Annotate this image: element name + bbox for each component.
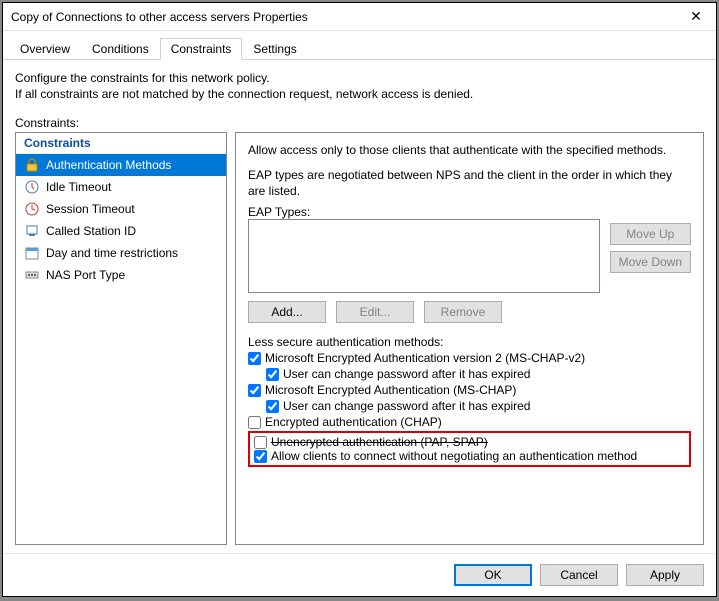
sidebar-item-label: Idle Timeout [46,180,111,194]
close-icon: ✕ [690,8,702,25]
constraints-label: Constraints: [15,116,704,130]
sidebar-item-label: Authentication Methods [46,158,171,172]
eap-types-list[interactable] [248,219,600,293]
window-title: Copy of Connections to other access serv… [11,10,676,24]
tab-conditions[interactable]: Conditions [81,38,160,60]
sidebar-item-session-timeout[interactable]: Session Timeout [16,198,226,220]
clock-icon [24,179,40,195]
chk-mschap2-exp[interactable]: User can change password after it has ex… [248,367,691,381]
sidebar-item-label: NAS Port Type [46,268,125,282]
tab-settings[interactable]: Settings [242,38,307,60]
less-secure-label: Less secure authentication methods: [248,335,691,349]
mschap2-label: Microsoft Encrypted Authentication versi… [265,351,585,365]
pap-label: Unencrypted authentication (PAP, SPAP) [271,435,488,449]
tab-body: Configure the constraints for this netwo… [3,60,716,553]
mschap2-checkbox[interactable] [248,352,261,365]
sidebar-item-called-station[interactable]: Called Station ID [16,220,226,242]
sidebar-item-day-time[interactable]: Day and time restrictions [16,242,226,264]
pap-checkbox[interactable] [254,436,267,449]
sidebar-item-auth-methods[interactable]: Authentication Methods [16,154,226,176]
calendar-icon [24,245,40,261]
panel-desc: Allow access only to those clients that … [248,143,691,157]
cancel-button[interactable]: Cancel [540,564,618,586]
sidebar-item-label: Called Station ID [46,224,136,238]
tab-strip: Overview Conditions Constraints Settings [3,31,716,60]
intro-line-1: Configure the constraints for this netwo… [15,70,704,86]
sidebar-item-idle-timeout[interactable]: Idle Timeout [16,176,226,198]
highlight-box: Unencrypted authentication (PAP, SPAP) A… [248,431,691,467]
sidebar-item-nas-port[interactable]: NAS Port Type [16,264,226,286]
chk-allow-no-auth[interactable]: Allow clients to connect without negotia… [254,449,685,463]
mschap-label: Microsoft Encrypted Authentication (MS-C… [265,383,516,397]
station-icon [24,223,40,239]
sidebar-item-label: Day and time restrictions [46,246,178,260]
mschap2-exp-checkbox[interactable] [266,368,279,381]
dialog-footer: OK Cancel Apply [3,553,716,596]
tab-overview[interactable]: Overview [9,38,81,60]
mschap-exp-checkbox[interactable] [266,400,279,413]
chk-mschap2[interactable]: Microsoft Encrypted Authentication versi… [248,351,691,365]
chk-mschap-exp[interactable]: User can change password after it has ex… [248,399,691,413]
allow-no-auth-label: Allow clients to connect without negotia… [271,449,637,463]
intro-line-2: If all constraints are not matched by th… [15,86,704,102]
close-button[interactable]: ✕ [676,3,716,31]
sidebar-item-label: Session Timeout [46,202,135,216]
ok-button[interactable]: OK [454,564,532,586]
apply-button[interactable]: Apply [626,564,704,586]
remove-button[interactable]: Remove [424,301,502,323]
clock-red-icon [24,201,40,217]
chap-label: Encrypted authentication (CHAP) [265,415,442,429]
tab-constraints[interactable]: Constraints [160,38,243,60]
constraint-panel: Allow access only to those clients that … [235,132,704,545]
allow-no-auth-checkbox[interactable] [254,450,267,463]
mschap-checkbox[interactable] [248,384,261,397]
eap-note: EAP types are negotiated between NPS and… [248,167,691,199]
properties-dialog: Copy of Connections to other access serv… [2,2,717,597]
mschap2-exp-label: User can change password after it has ex… [283,367,530,381]
mschap-exp-label: User can change password after it has ex… [283,399,530,413]
port-icon [24,267,40,283]
constraints-list: Constraints Authentication Methods Idle … [15,132,227,545]
chk-mschap[interactable]: Microsoft Encrypted Authentication (MS-C… [248,383,691,397]
constraints-heading: Constraints [16,133,226,154]
chk-chap[interactable]: Encrypted authentication (CHAP) [248,415,691,429]
lock-icon [24,157,40,173]
eap-types-label: EAP Types: [248,205,691,219]
intro-text: Configure the constraints for this netwo… [15,70,704,102]
chk-pap[interactable]: Unencrypted authentication (PAP, SPAP) [254,435,685,449]
chap-checkbox[interactable] [248,416,261,429]
titlebar: Copy of Connections to other access serv… [3,3,716,31]
move-up-button[interactable]: Move Up [610,223,691,245]
edit-button[interactable]: Edit... [336,301,414,323]
move-down-button[interactable]: Move Down [610,251,691,273]
add-button[interactable]: Add... [248,301,326,323]
